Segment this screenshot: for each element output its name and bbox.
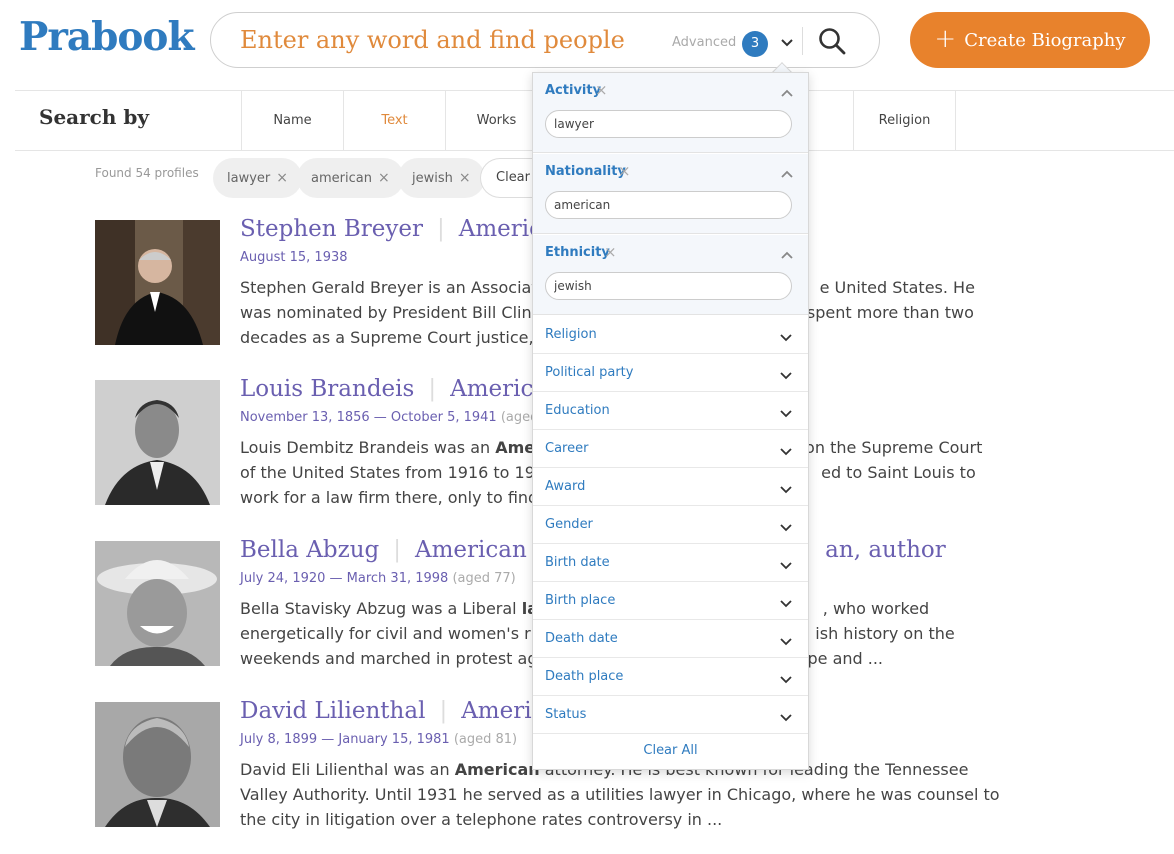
section-title[interactable]: Ethnicity [545, 245, 610, 260]
filter-row-label: Gender [545, 517, 593, 532]
filter-row-label: Birth place [545, 593, 616, 608]
tab-name[interactable]: Name [241, 91, 343, 150]
activity-input[interactable] [545, 110, 792, 138]
chevron-up-icon[interactable] [780, 249, 794, 261]
profile-photo[interactable] [95, 380, 220, 505]
filter-row-label: Religion [545, 327, 597, 342]
close-icon[interactable]: × [459, 170, 471, 186]
chevron-up-icon[interactable] [780, 87, 794, 99]
dates-text: July 24, 1920 — March 31, 1998 [240, 571, 449, 586]
filter-section-nationality: Nationality × [533, 154, 808, 234]
advanced-count-badge[interactable]: 3 [742, 31, 768, 57]
plus-icon: + [934, 23, 957, 54]
filter-row-education[interactable]: Education [533, 392, 808, 430]
filter-row-birth-date[interactable]: Birth date [533, 544, 808, 582]
filter-row-death-place[interactable]: Death place [533, 658, 808, 696]
search-separator [802, 27, 803, 55]
filter-row-label: Death date [545, 631, 618, 646]
result-dates: August 15, 1938 [240, 250, 348, 265]
filter-row-gender[interactable]: Gender [533, 506, 808, 544]
advanced-filter-panel: Activity × Nationality × Ethnicity × Rel… [532, 72, 809, 770]
result-dates: November 13, 1856 — October 5, 1941 (age… [240, 410, 551, 425]
dates-text: August 15, 1938 [240, 250, 348, 265]
filter-row-status[interactable]: Status [533, 696, 808, 734]
filter-section-activity: Activity × [533, 73, 808, 153]
section-title[interactable]: Nationality [545, 164, 626, 179]
nationality-input[interactable] [545, 191, 792, 219]
filter-row-label: Career [545, 441, 589, 456]
tab-religion[interactable]: Religion [853, 91, 956, 150]
filter-section-ethnicity: Ethnicity × [533, 235, 808, 315]
filter-row-birth-place[interactable]: Birth place [533, 582, 808, 620]
advanced-label[interactable]: Advanced [672, 35, 736, 50]
chevron-down-icon[interactable] [779, 522, 793, 534]
section-title[interactable]: Activity [545, 83, 601, 98]
filter-row-label: Death place [545, 669, 624, 684]
dates-text: July 8, 1899 — January 15, 1981 [240, 732, 450, 747]
filter-row-career[interactable]: Career [533, 430, 808, 468]
aged-text: (aged 77) [452, 571, 516, 586]
profile-photo[interactable] [95, 702, 220, 827]
filter-chip-lawyer[interactable]: lawyer × [213, 158, 302, 198]
create-biography-label: Create Biography [964, 29, 1126, 51]
profile-photo[interactable] [95, 220, 220, 345]
chevron-down-icon[interactable] [779, 674, 793, 686]
filter-row-label: Education [545, 403, 610, 418]
chevron-down-icon[interactable] [779, 636, 793, 648]
filter-row-label: Political party [545, 365, 634, 380]
tab-text[interactable]: Text [343, 91, 445, 150]
close-icon[interactable]: × [604, 243, 617, 261]
chevron-down-icon[interactable] [779, 484, 793, 496]
close-icon[interactable]: × [276, 170, 288, 186]
chevron-down-icon[interactable] [779, 446, 793, 458]
result-dates: July 24, 1920 — March 31, 1998 (aged 77) [240, 571, 516, 586]
found-count: Found 54 profiles [95, 166, 199, 180]
prabook-logo[interactable]: Prabook [19, 14, 194, 60]
result-name[interactable]: Stephen Breyer | America [240, 216, 556, 242]
filter-row-label: Status [545, 707, 587, 722]
profile-photo[interactable] [95, 541, 220, 666]
search-input[interactable] [240, 23, 660, 57]
filter-row-label: Award [545, 479, 586, 494]
chevron-up-icon[interactable] [780, 168, 794, 180]
search-by-label: Search by [39, 105, 149, 129]
close-icon[interactable]: × [378, 170, 390, 186]
filter-row-political-party[interactable]: Political party [533, 354, 808, 392]
chevron-down-icon[interactable] [779, 712, 793, 724]
ethnicity-input[interactable] [545, 272, 792, 300]
chevron-down-icon[interactable] [779, 598, 793, 610]
chip-label: american [311, 170, 372, 186]
clear-all-button[interactable]: Clear All [533, 743, 808, 758]
filter-chip-jewish[interactable]: jewish × [398, 158, 485, 198]
filter-row-award[interactable]: Award [533, 468, 808, 506]
chevron-down-icon[interactable] [779, 332, 793, 344]
dates-text: November 13, 1856 — October 5, 1941 [240, 410, 497, 425]
result-dates: July 8, 1899 — January 15, 1981 (aged 81… [240, 732, 517, 747]
person-name[interactable]: Bella Abzug [240, 537, 379, 563]
filter-row-death-date[interactable]: Death date [533, 620, 808, 658]
close-icon[interactable]: × [618, 162, 631, 180]
create-biography-button[interactable]: + Create Biography [910, 12, 1150, 68]
filter-row-label: Birth date [545, 555, 610, 570]
chevron-down-icon[interactable] [779, 560, 793, 572]
person-name[interactable]: Stephen Breyer [240, 216, 423, 242]
result-name[interactable]: Louis Brandeis | America [240, 376, 547, 402]
close-icon[interactable]: × [595, 81, 608, 99]
search-icon[interactable] [817, 26, 847, 56]
search-box: Advanced 3 [210, 12, 880, 68]
chevron-down-icon[interactable] [779, 370, 793, 382]
filter-row-religion[interactable]: Religion [533, 316, 808, 354]
chip-label: jewish [412, 170, 453, 186]
filter-chip-american[interactable]: american × [297, 158, 404, 198]
chevron-down-icon[interactable] [778, 31, 796, 53]
person-name[interactable]: David Lilienthal [240, 698, 425, 724]
chevron-down-icon[interactable] [779, 408, 793, 420]
aged-text: (aged 81) [453, 732, 518, 747]
chip-label: lawyer [227, 170, 271, 186]
person-name[interactable]: Louis Brandeis [240, 376, 414, 402]
result-name[interactable]: David Lilienthal | Americ [240, 698, 544, 724]
